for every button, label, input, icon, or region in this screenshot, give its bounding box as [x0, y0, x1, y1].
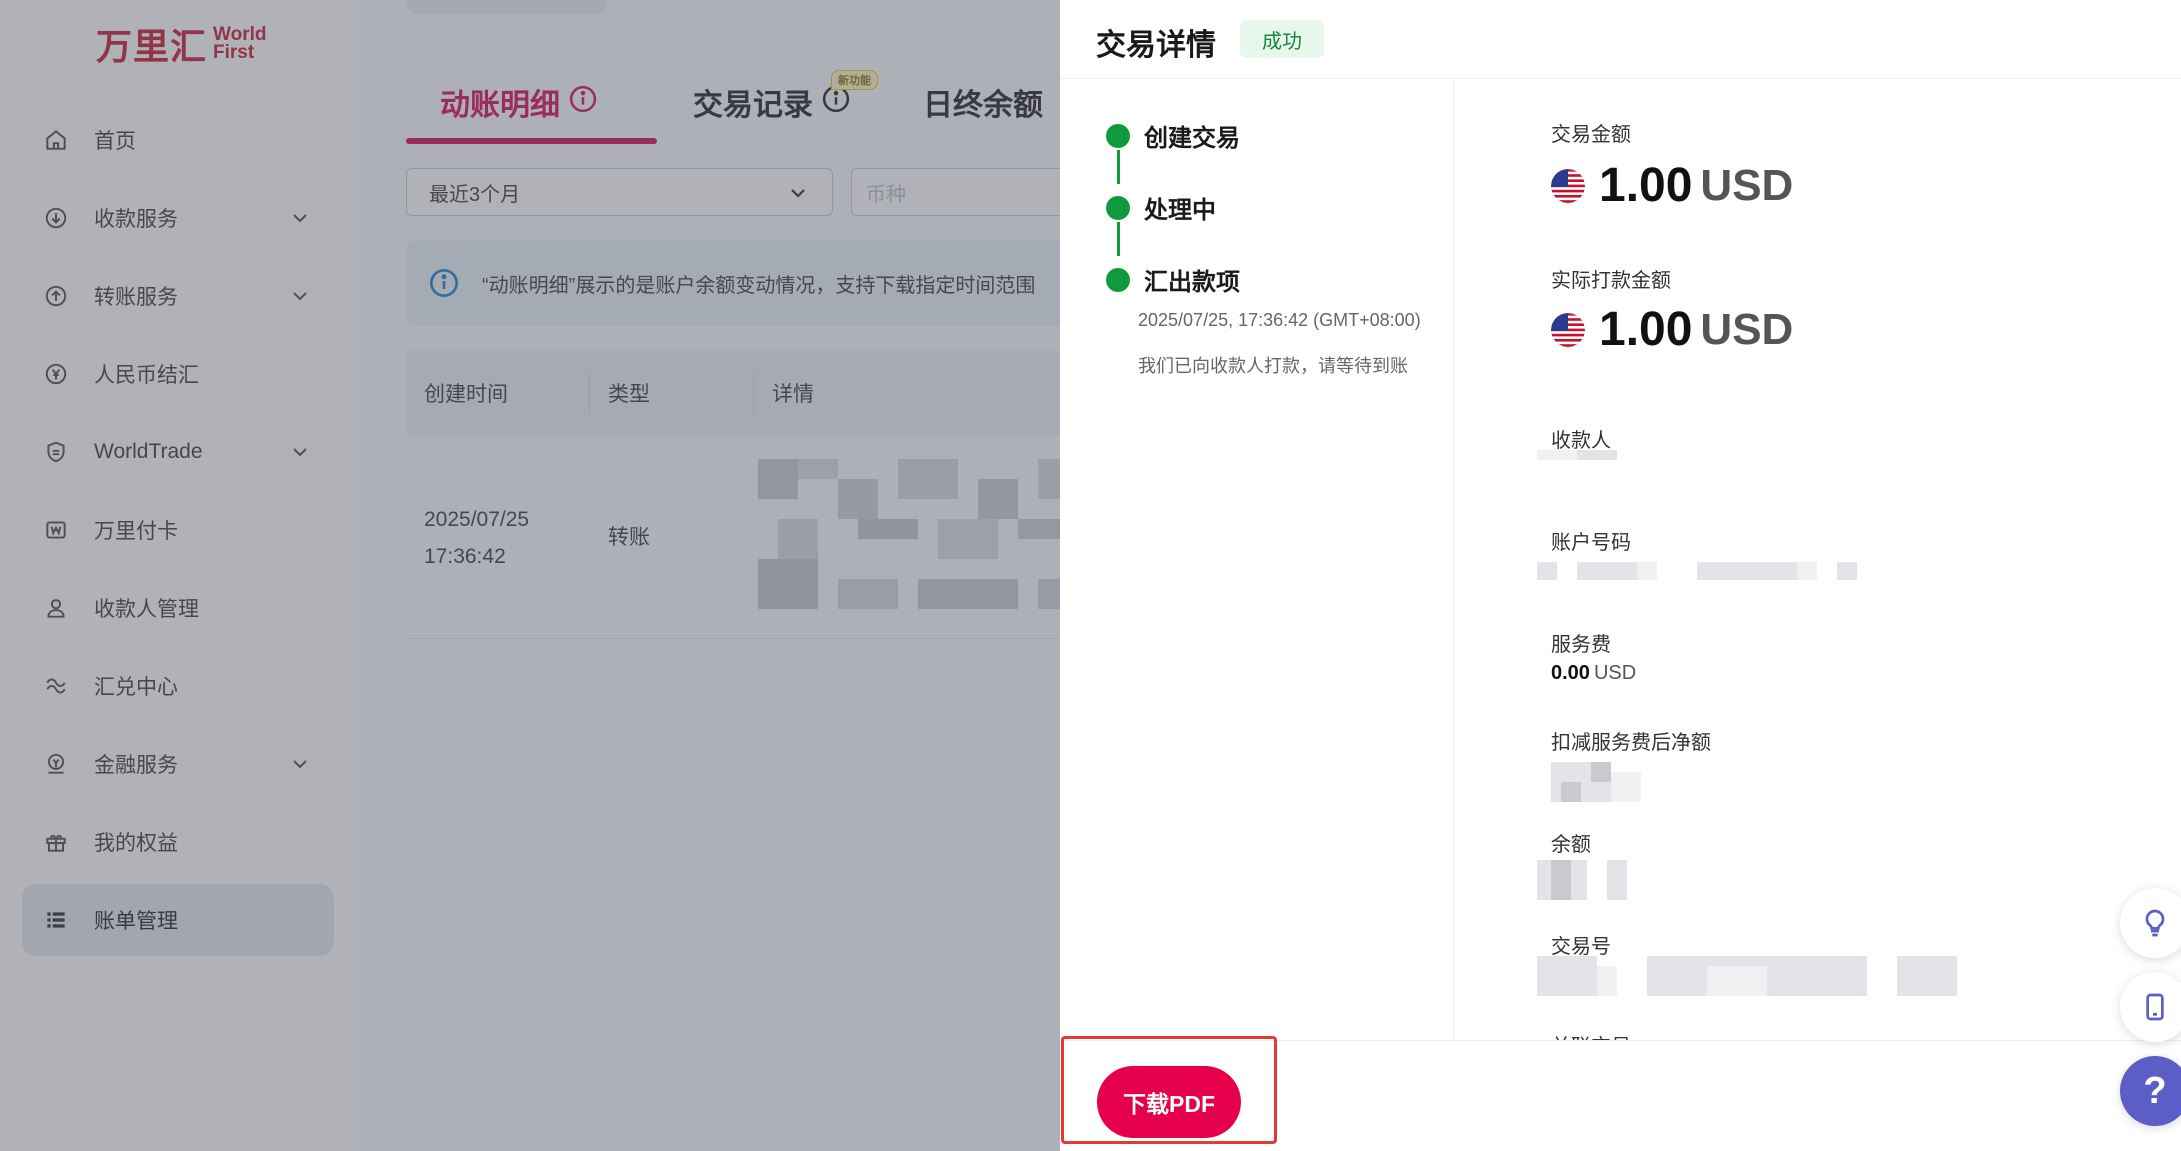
- step-done-dot: [1106, 123, 1130, 148]
- transaction-details: 交易金额 1.00 USD 实际打款金额 1.00 USD 收款人 账户号码 服…: [1455, 80, 2181, 1040]
- net-amount-label: 扣减服务费后净额: [1551, 732, 1711, 754]
- lightbulb-icon: [2145, 909, 2165, 937]
- service-fee-label: 服务费: [1551, 634, 1611, 656]
- timeline-timestamp: 2025/07/25, 17:36:42 (GMT+08:00): [1138, 310, 1421, 330]
- account-number-redacted: [1537, 562, 1897, 582]
- transaction-timeline: 创建交易 处理中 汇出款项 2025/07/25, 17:36:42 (GMT+…: [1060, 80, 1454, 1040]
- mobile-phone-icon: [2146, 993, 2164, 1021]
- timeline-connector: [1116, 150, 1120, 184]
- tips-button[interactable]: [2120, 888, 2181, 958]
- mobile-app-button[interactable]: [2120, 972, 2181, 1042]
- timeline-step-created: 创建交易: [1106, 118, 1240, 153]
- net-amount-redacted: [1551, 762, 1641, 802]
- transaction-number-redacted: [1537, 956, 1957, 996]
- amount-currency: USD: [1700, 160, 1794, 210]
- transaction-number-label: 交易号: [1551, 936, 1611, 958]
- account-number-label: 账户号码: [1551, 532, 1631, 554]
- balance-label: 余额: [1551, 834, 1591, 856]
- step-done-dot: [1106, 195, 1130, 220]
- paid-amount-currency: USD: [1700, 304, 1794, 354]
- paid-amount-label: 实际打款金额: [1551, 270, 1671, 292]
- amount-label: 交易金额: [1551, 124, 1631, 146]
- timeline-step-label: 创建交易: [1144, 125, 1240, 152]
- timeline-step-processing: 处理中: [1106, 190, 1216, 225]
- timeline-step-remitted: 汇出款项: [1106, 262, 1240, 297]
- transaction-detail-drawer: 交易详情 成功 创建交易 处理中 汇出款项 2025/07/25, 17:36:…: [1060, 0, 2181, 1151]
- question-mark-icon: ?: [2143, 1069, 2167, 1112]
- drawer-header: 交易详情 成功: [1060, 0, 2181, 79]
- paid-amount: 1.00 USD: [1551, 302, 1793, 357]
- help-button[interactable]: ?: [2120, 1056, 2181, 1126]
- timeline-step-label: 汇出款项: [1144, 269, 1240, 296]
- timeline-connector: [1116, 222, 1120, 256]
- transaction-amount: 1.00 USD: [1551, 158, 1793, 213]
- us-flag-icon: [1551, 168, 1585, 203]
- us-flag-icon: [1551, 312, 1585, 347]
- modal-backdrop[interactable]: [0, 0, 1060, 1151]
- paid-amount-value: 1.00: [1599, 303, 1693, 356]
- related-transaction-label: 关联交易: [1551, 1030, 1631, 1040]
- status-badge: 成功: [1240, 20, 1324, 58]
- balance-redacted: [1537, 860, 1647, 900]
- step-done-dot: [1106, 267, 1130, 292]
- timeline-note: 我们已向收款人打款，请等待到账: [1138, 356, 1408, 376]
- amount-value: 1.00: [1599, 159, 1693, 212]
- service-fee-value: 0.00 USD: [1551, 662, 1637, 684]
- download-pdf-button[interactable]: 下载PDF: [1097, 1066, 1241, 1138]
- timeline-step-label: 处理中: [1144, 197, 1216, 224]
- drawer-title: 交易详情: [1096, 29, 1216, 62]
- payee-label: 收款人: [1551, 430, 1611, 452]
- payee-redacted: [1537, 450, 1637, 470]
